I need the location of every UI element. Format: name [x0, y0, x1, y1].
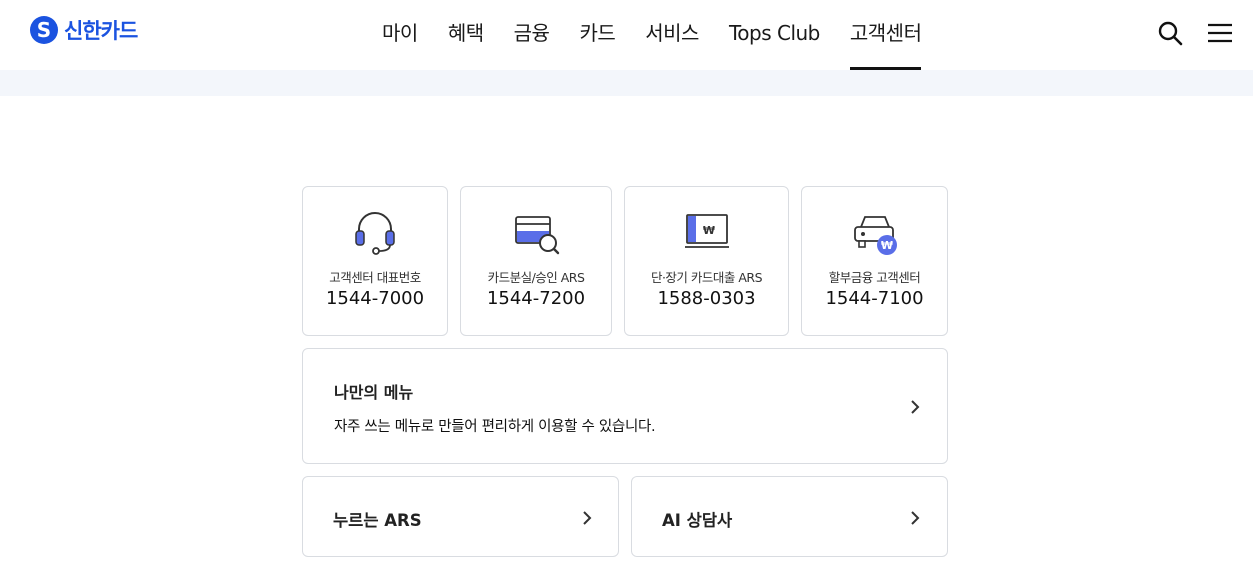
contact-phone: 1588-0303 [657, 288, 756, 309]
svg-text:₩: ₩ [702, 224, 714, 237]
chevron-right-icon [908, 399, 922, 414]
contact-phone: 1544-7200 [486, 288, 586, 309]
contact-label: 카드분실/승인 ARS [487, 270, 585, 285]
brand-logo[interactable]: S 신한카드 [30, 15, 138, 45]
search-icon[interactable] [1157, 20, 1183, 46]
nav-item-customer-center[interactable]: 고객센터 [849, 0, 922, 70]
shinhan-s-icon: S [30, 16, 58, 44]
my-menu-description: 자주 쓰는 메뉴로 만들어 편리하게 이용할 수 있습니다. [334, 419, 656, 435]
contact-card-loan[interactable]: ₩ 단·장기 카드대출 ARS 1588-0303 [624, 186, 789, 336]
nav-item-benefits[interactable]: 혜택 [448, 0, 484, 70]
nav-item-service[interactable]: 서비스 [645, 0, 699, 70]
card-search-icon [512, 209, 560, 257]
headset-icon [351, 209, 399, 257]
ai-counselor-card[interactable]: AI 상담사 [631, 476, 948, 557]
loan-icon: ₩ [683, 209, 731, 257]
my-menu-title: 나만의 메뉴 [334, 383, 414, 402]
header-divider-band [0, 70, 1253, 96]
nav-item-tops-club[interactable]: Tops Club [729, 0, 820, 70]
menu-icon[interactable] [1207, 20, 1233, 46]
header: S 신한카드 마이 혜택 금융 카드 서비스 Tops Club 고객센터 [0, 0, 1253, 70]
svg-text:₩: ₩ [880, 239, 892, 252]
nav-item-finance[interactable]: 금융 [514, 0, 550, 70]
chevron-right-icon [580, 510, 594, 525]
brand-name: 신한카드 [64, 19, 138, 43]
contact-card-lost-card[interactable]: 카드분실/승인 ARS 1544-7200 [460, 186, 612, 336]
my-menu-card[interactable]: 나만의 메뉴 자주 쓰는 메뉴로 만들어 편리하게 이용할 수 있습니다. [302, 348, 948, 464]
contact-card-installment[interactable]: ₩ 할부금융 고객센터 1544-7100 [801, 186, 948, 336]
contact-label: 할부금융 고객센터 [828, 270, 921, 285]
contact-phone: 1544-7100 [825, 288, 924, 309]
contact-card-main[interactable]: 고객센터 대표번호 1544-7000 [302, 186, 448, 336]
chevron-right-icon [908, 510, 922, 525]
main-nav: 마이 혜택 금융 카드 서비스 Tops Club 고객센터 [382, 0, 951, 70]
contact-label: 고객센터 대표번호 [329, 270, 421, 285]
nav-item-card[interactable]: 카드 [579, 0, 615, 70]
ai-counselor-title: AI 상담사 [662, 511, 733, 530]
nav-item-my[interactable]: 마이 [382, 0, 418, 70]
header-actions [1157, 20, 1233, 46]
press-ars-card[interactable]: 누르는 ARS [302, 476, 619, 557]
car-won-icon: ₩ [851, 209, 899, 257]
contact-label: 단·장기 카드대출 ARS [650, 270, 763, 285]
press-ars-title: 누르는 ARS [333, 511, 422, 530]
contact-phone: 1544-7000 [325, 288, 425, 309]
